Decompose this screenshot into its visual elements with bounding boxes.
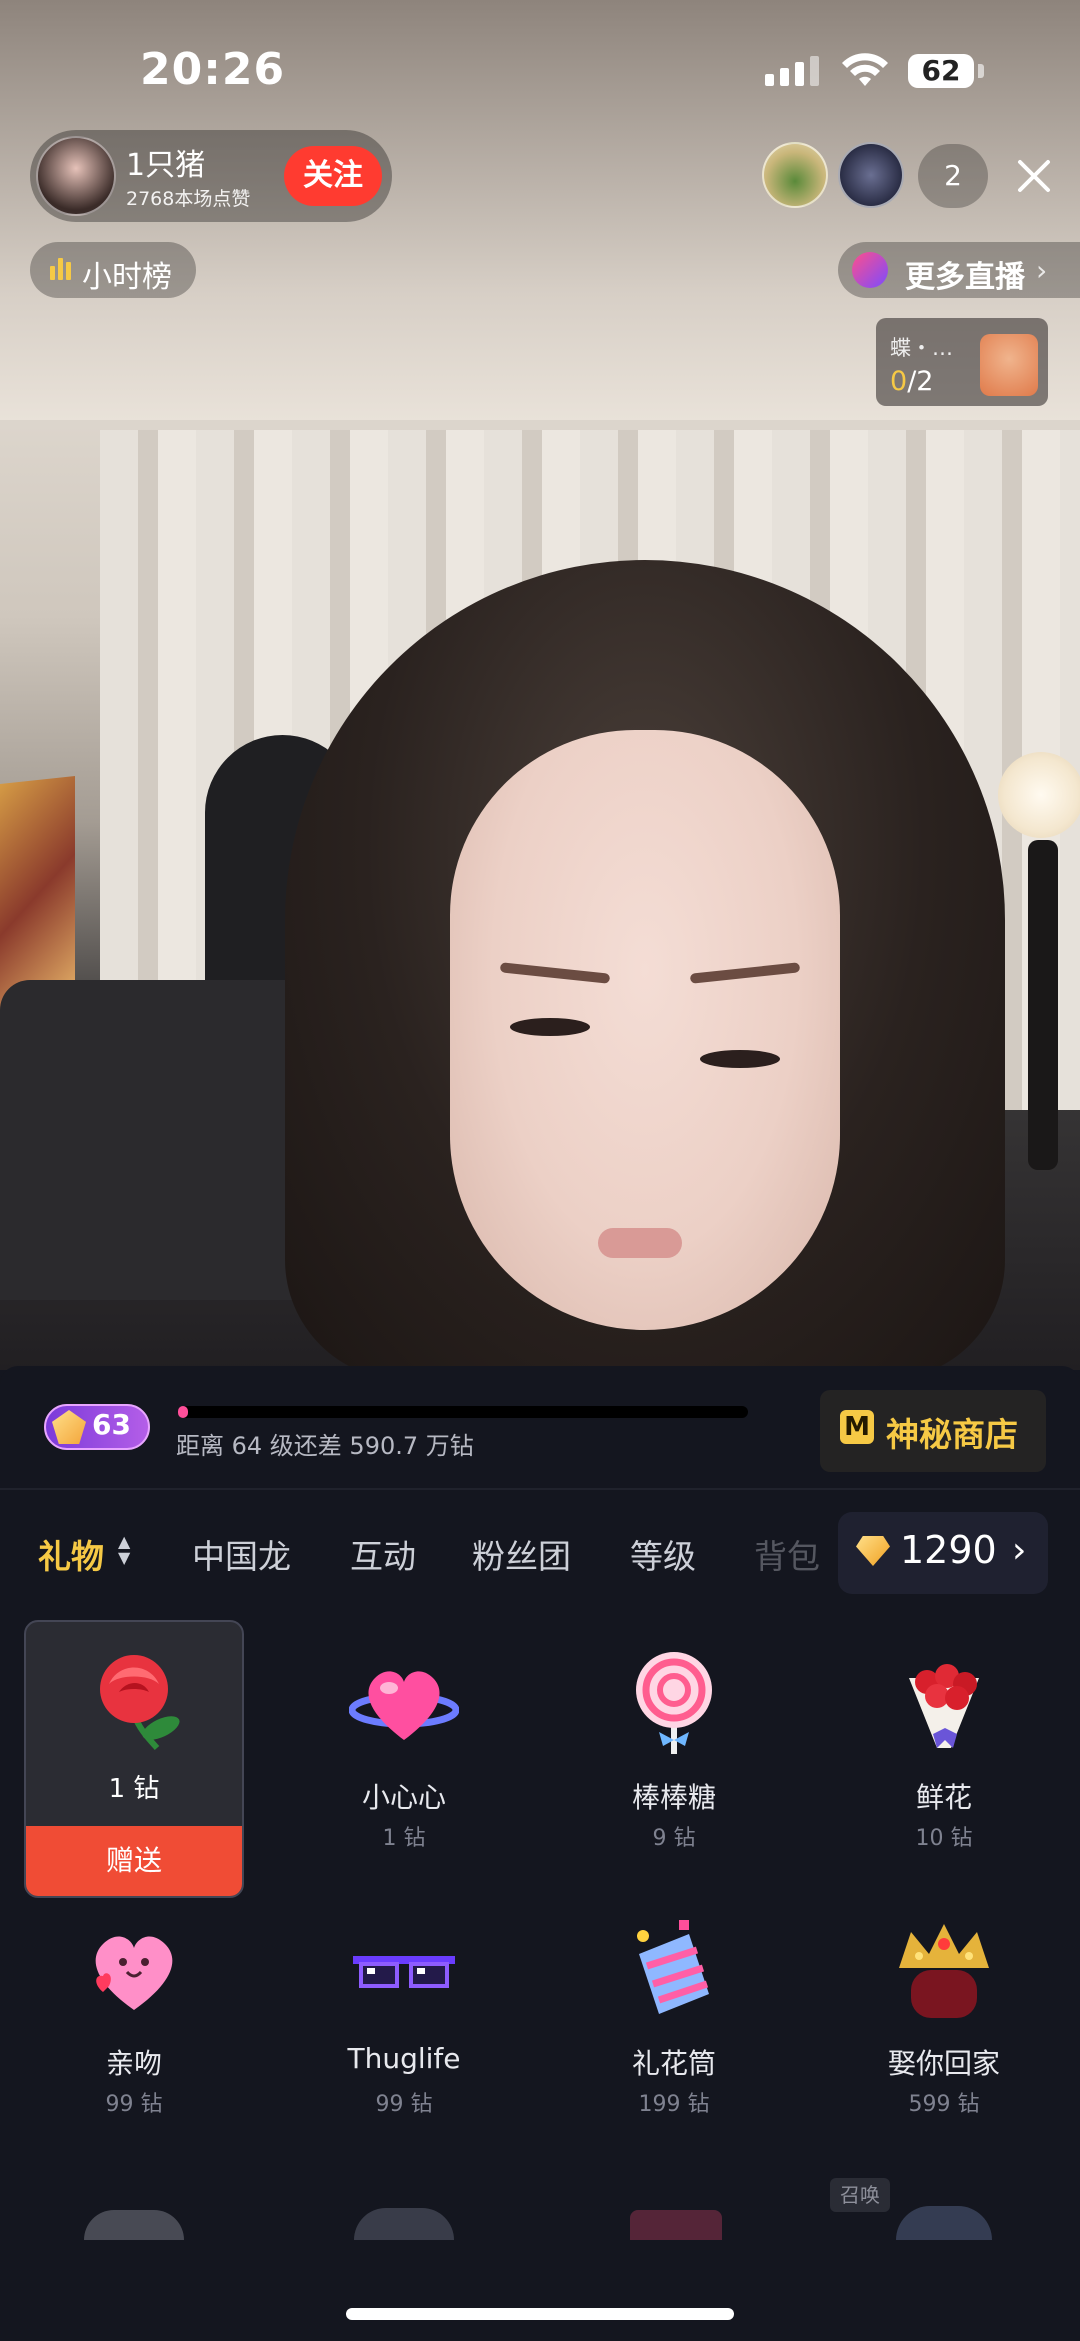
tab-backpack[interactable]: 背包 (754, 1530, 820, 1578)
sort-arrows-icon[interactable]: ▲ ▼ (118, 1534, 130, 1566)
level-progress-track (178, 1406, 748, 1418)
gift-item-partial[interactable] (630, 2210, 722, 2240)
gift-item-kiss[interactable]: 亲吻 99 钻 (24, 1892, 244, 2152)
chevron-right-icon[interactable]: › (1012, 1530, 1026, 1571)
gift-item-lollipop[interactable]: 棒棒糖 9 钻 (564, 1626, 784, 1886)
battery-indicator: 62 (908, 54, 974, 88)
gift-item-rose[interactable]: 1 钻 赠送 (24, 1620, 244, 1898)
task-progress-total: /2 (907, 366, 934, 397)
diamond-balance: 1290 (900, 1528, 997, 1572)
gift-price: 1 钻 (382, 1826, 426, 1851)
gift-name: 礼花筒 (631, 2047, 716, 2080)
pixel-sunglasses-icon (353, 1956, 455, 1988)
tab-fan-club[interactable]: 粉丝团 (472, 1530, 571, 1578)
status-time: 20:26 (140, 44, 286, 95)
mystery-shop-label[interactable]: 神秘商店 (886, 1408, 1018, 1456)
task-title: 蝶・… (890, 336, 953, 360)
party-popper-icon (637, 1920, 709, 2014)
gift-price: 599 钻 (908, 2092, 980, 2117)
host-like-count: 2768本场点赞 (126, 188, 251, 210)
tab-chinese-dragon[interactable]: 中国龙 (192, 1530, 291, 1578)
gift-price: 99 钻 (375, 2092, 433, 2117)
gift-price: 99 钻 (105, 2092, 163, 2117)
lollipop-icon (636, 1652, 712, 1754)
task-progress: 0/2 (890, 366, 933, 397)
gift-item-partial[interactable] (354, 2208, 454, 2240)
gift-item-thuglife[interactable]: Thuglife 99 钻 (294, 1892, 514, 2152)
host-name[interactable]: 1只猪 (126, 140, 205, 184)
wifi-icon (842, 53, 888, 86)
gift-price: 9 钻 (652, 1826, 696, 1851)
gift-name: 娶你回家 (887, 2047, 1000, 2080)
battery-cap (978, 64, 984, 78)
bridal-crown-icon (899, 1924, 989, 2018)
sofa (0, 980, 330, 1300)
floor-lamp-shade (998, 752, 1080, 838)
heart-icon (349, 1671, 459, 1740)
gift-name: 鲜花 (915, 1781, 972, 1814)
level-progress-text: 距离 64 级还差 590.7 万钻 (176, 1432, 474, 1460)
gift-name: 小心心 (361, 1781, 446, 1814)
gift-item-party-popper[interactable]: 礼花筒 199 钻 (564, 1892, 784, 2152)
gift-price: 10 钻 (915, 1826, 973, 1851)
more-live-label[interactable]: 更多直播 (905, 252, 1025, 296)
viewer-avatar[interactable] (762, 142, 828, 208)
bouquet-icon (909, 1664, 979, 1748)
gift-price: 199 钻 (638, 2092, 710, 2117)
gift-item-heart[interactable]: 小心心 1 钻 (294, 1626, 514, 1886)
tab-gift[interactable]: 礼物 (38, 1530, 104, 1578)
follow-button[interactable]: 关注 (284, 146, 382, 206)
close-icon[interactable] (1016, 158, 1052, 194)
user-level-number: 63 (92, 1408, 131, 1441)
gift-price: 1 钻 (108, 1774, 160, 1804)
kiss-heart-icon (95, 1936, 173, 2010)
viewer-count[interactable]: 2 (918, 144, 988, 208)
floor-lamp-pole (1028, 840, 1058, 1170)
lips (598, 1228, 682, 1258)
gift-name: 棒棒糖 (631, 1781, 716, 1814)
panel-divider (0, 1488, 1080, 1490)
summon-tag: 召唤 (830, 2178, 890, 2212)
send-gift-button[interactable]: 赠送 (26, 1826, 242, 1896)
tab-interact[interactable]: 互动 (350, 1530, 416, 1578)
task-progress-done: 0 (890, 366, 908, 397)
chevron-right-icon: › (1036, 254, 1048, 287)
flamingo-icon (980, 334, 1038, 396)
home-indicator[interactable] (346, 2308, 734, 2320)
rank-bars-icon (50, 258, 74, 280)
gift-item-bridal-crown[interactable]: 娶你回家 599 钻 (834, 1892, 1054, 2152)
right-eye (700, 1050, 780, 1068)
hourly-rank-label[interactable]: 小时榜 (82, 252, 172, 296)
viewer-avatar[interactable] (838, 142, 904, 208)
gift-name: 亲吻 (105, 2047, 162, 2080)
live-planet-icon (852, 252, 888, 288)
shop-logo-icon: M (840, 1410, 874, 1444)
gift-item-bouquet[interactable]: 鲜花 10 钻 (834, 1626, 1054, 1886)
tab-level[interactable]: 等级 (630, 1530, 696, 1578)
wall-poster (0, 776, 75, 1014)
gift-item-partial[interactable] (84, 2210, 184, 2240)
host-avatar[interactable] (36, 136, 116, 216)
gift-name: Thuglife (347, 2042, 461, 2075)
cellular-signal-icon (765, 56, 825, 86)
level-progress-fill (178, 1406, 188, 1418)
rose-icon (100, 1655, 180, 1750)
left-eye (510, 1018, 590, 1036)
